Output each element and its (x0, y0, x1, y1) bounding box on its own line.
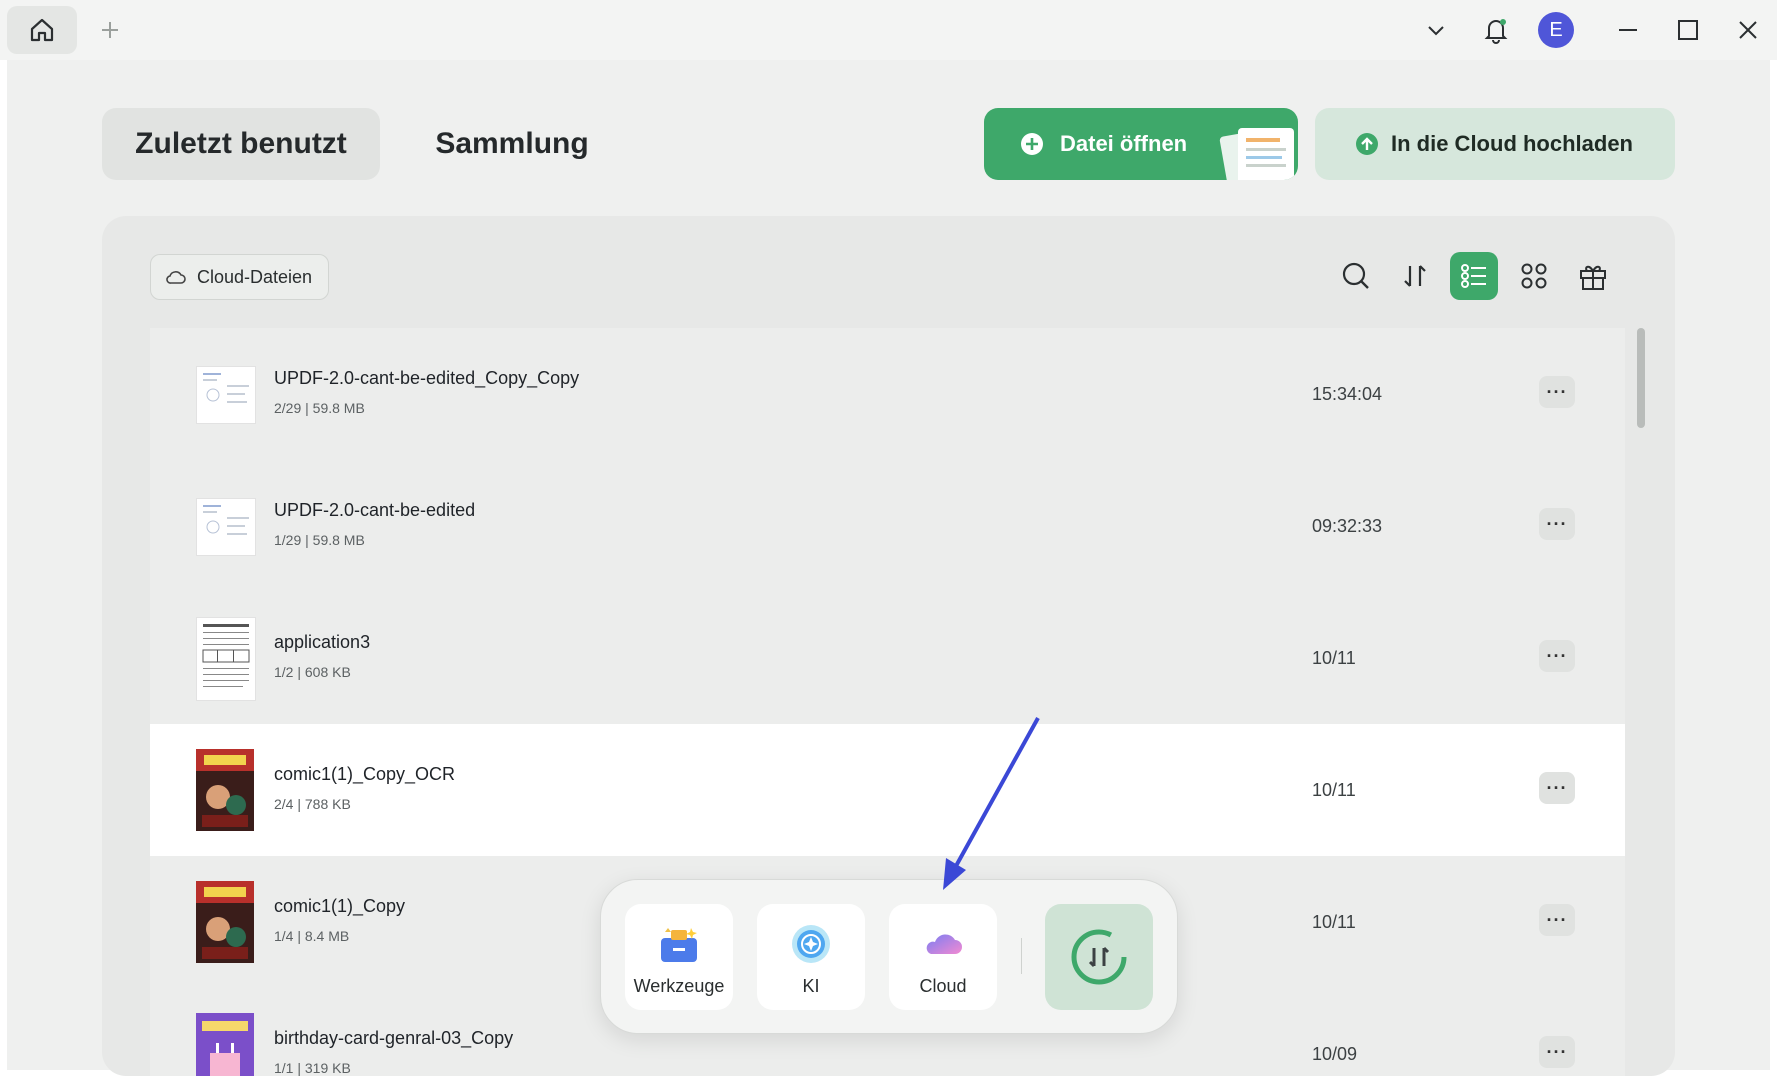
file-thumbnail (196, 617, 256, 701)
sort-icon (1404, 265, 1426, 287)
list-view-button[interactable] (1450, 252, 1498, 300)
file-row[interactable]: UPDF-2.0-cant-be-edited_Copy_Copy 2/29 |… (150, 328, 1625, 461)
file-time: 10/11 (1312, 780, 1356, 800)
more-options-button[interactable]: ··· (1539, 640, 1575, 672)
file-thumbnail (196, 498, 256, 556)
open-file-button[interactable]: Datei öffnen (984, 108, 1298, 180)
cloud-outline-icon (166, 271, 186, 284)
sync-button[interactable] (1045, 904, 1153, 1010)
scrollbar-thumb[interactable] (1637, 328, 1645, 428)
plus-circle-icon (1021, 133, 1043, 155)
close-button[interactable] (1730, 12, 1766, 48)
search-button[interactable] (1332, 252, 1380, 300)
file-thumbnail (196, 1013, 254, 1076)
gift-button[interactable] (1569, 252, 1617, 300)
upload-circle-icon (1356, 133, 1378, 155)
gift-icon (1580, 265, 1606, 290)
home-icon (30, 18, 54, 42)
more-icon: ··· (1546, 645, 1568, 666)
minimize-icon (1619, 29, 1637, 31)
upload-cloud-label: In die Cloud hochladen (1391, 131, 1633, 156)
file-row[interactable]: comic1(1)_Copy_OCR 2/4 | 788 KB 10/11 ··… (150, 724, 1625, 857)
more-icon: ··· (1546, 1041, 1568, 1062)
documents-illustration-icon (1219, 128, 1294, 180)
more-icon: ··· (1546, 909, 1568, 930)
file-time: 10/09 (1312, 1044, 1358, 1064)
form-preview-icon (202, 624, 250, 687)
minimize-button[interactable] (1610, 12, 1646, 48)
dock-ai-label: KI (802, 976, 820, 996)
dock-ai-button[interactable]: KI (757, 904, 865, 1010)
grid-view-button[interactable] (1510, 252, 1558, 300)
avatar[interactable]: E (1538, 12, 1574, 48)
file-meta: 2/29 | 59.8 MB (274, 400, 365, 416)
dock-tools-button[interactable]: Werkzeuge (625, 904, 733, 1010)
file-thumbnail (196, 366, 256, 424)
upload-cloud-button[interactable]: In die Cloud hochladen (1315, 108, 1675, 180)
file-meta: 1/2 | 608 KB (274, 664, 351, 680)
file-name: comic1(1)_Copy (274, 896, 406, 916)
more-options-button[interactable]: ··· (1539, 508, 1575, 540)
maximize-button[interactable] (1670, 12, 1706, 48)
file-name: application3 (274, 632, 371, 652)
more-options-button[interactable]: ··· (1539, 376, 1575, 408)
file-meta: 1/29 | 59.8 MB (274, 532, 365, 548)
new-tab-button[interactable] (96, 15, 124, 45)
file-name: UPDF-2.0-cant-be-edited (274, 500, 476, 520)
toolbox-icon (661, 928, 697, 962)
sort-button[interactable] (1391, 252, 1439, 300)
file-meta: 1/4 | 8.4 MB (274, 928, 350, 944)
more-options-button[interactable]: ··· (1539, 1036, 1575, 1068)
file-thumbnail (196, 881, 254, 963)
dropdown-button[interactable] (1418, 12, 1454, 48)
cloud-icon (926, 934, 962, 954)
chevron-down-icon (1428, 26, 1444, 36)
dock-cloud-button[interactable]: Cloud (889, 904, 997, 1010)
file-time: 10/11 (1312, 648, 1356, 668)
more-icon: ··· (1546, 777, 1568, 798)
cloud-files-filter[interactable]: Cloud-Dateien (150, 254, 330, 300)
title-bar: E (0, 0, 1777, 60)
more-options-button[interactable]: ··· (1539, 772, 1575, 804)
file-meta: 2/4 | 788 KB (274, 796, 351, 812)
avatar-initial: E (1549, 18, 1563, 41)
cloud-files-label: Cloud-Dateien (197, 266, 313, 287)
file-row[interactable]: UPDF-2.0-cant-be-edited 1/29 | 59.8 MB 0… (150, 460, 1625, 593)
comic-cover-icon (196, 881, 254, 963)
more-icon: ··· (1546, 381, 1568, 402)
file-row[interactable]: application3 1/2 | 608 KB 10/11 ··· (150, 592, 1625, 725)
tab-recent[interactable]: Zuletzt benutzt (102, 108, 380, 180)
grid-view-icon (1521, 263, 1547, 289)
file-time: 10/11 (1312, 912, 1356, 932)
more-icon: ··· (1546, 513, 1568, 534)
tab-collection[interactable]: Sammlung (407, 108, 617, 180)
file-thumbnail (196, 749, 254, 831)
file-name: comic1(1)_Copy_OCR (274, 764, 456, 784)
bell-icon (1484, 19, 1508, 44)
maximize-icon (1678, 20, 1698, 40)
search-icon (1342, 262, 1369, 289)
list-view-icon (1461, 264, 1486, 288)
plus-icon (102, 22, 118, 38)
document-preview-icon (203, 373, 249, 403)
close-icon (1739, 21, 1757, 39)
home-tab[interactable] (7, 6, 77, 54)
file-name: UPDF-2.0-cant-be-edited_Copy_Copy (274, 368, 580, 388)
file-name: birthday-card-genral-03_Copy (274, 1028, 514, 1048)
dock-cloud-label: Cloud (919, 976, 967, 996)
notifications-button[interactable] (1478, 12, 1514, 48)
comic-cover-icon (196, 749, 254, 831)
dock-tools-label: Werkzeuge (633, 976, 725, 996)
bottom-dock: Werkzeuge KI Cloud (600, 879, 1178, 1034)
birthday-card-icon (196, 1013, 254, 1076)
ai-icon (792, 925, 830, 963)
open-file-label: Datei öffnen (1060, 131, 1188, 156)
file-time: 15:34:04 (1312, 384, 1383, 404)
more-options-button[interactable]: ··· (1539, 904, 1575, 936)
sync-icon (1071, 929, 1127, 985)
file-time: 09:32:33 (1312, 516, 1383, 536)
dock-divider (1021, 938, 1022, 974)
document-preview-icon (203, 505, 249, 535)
